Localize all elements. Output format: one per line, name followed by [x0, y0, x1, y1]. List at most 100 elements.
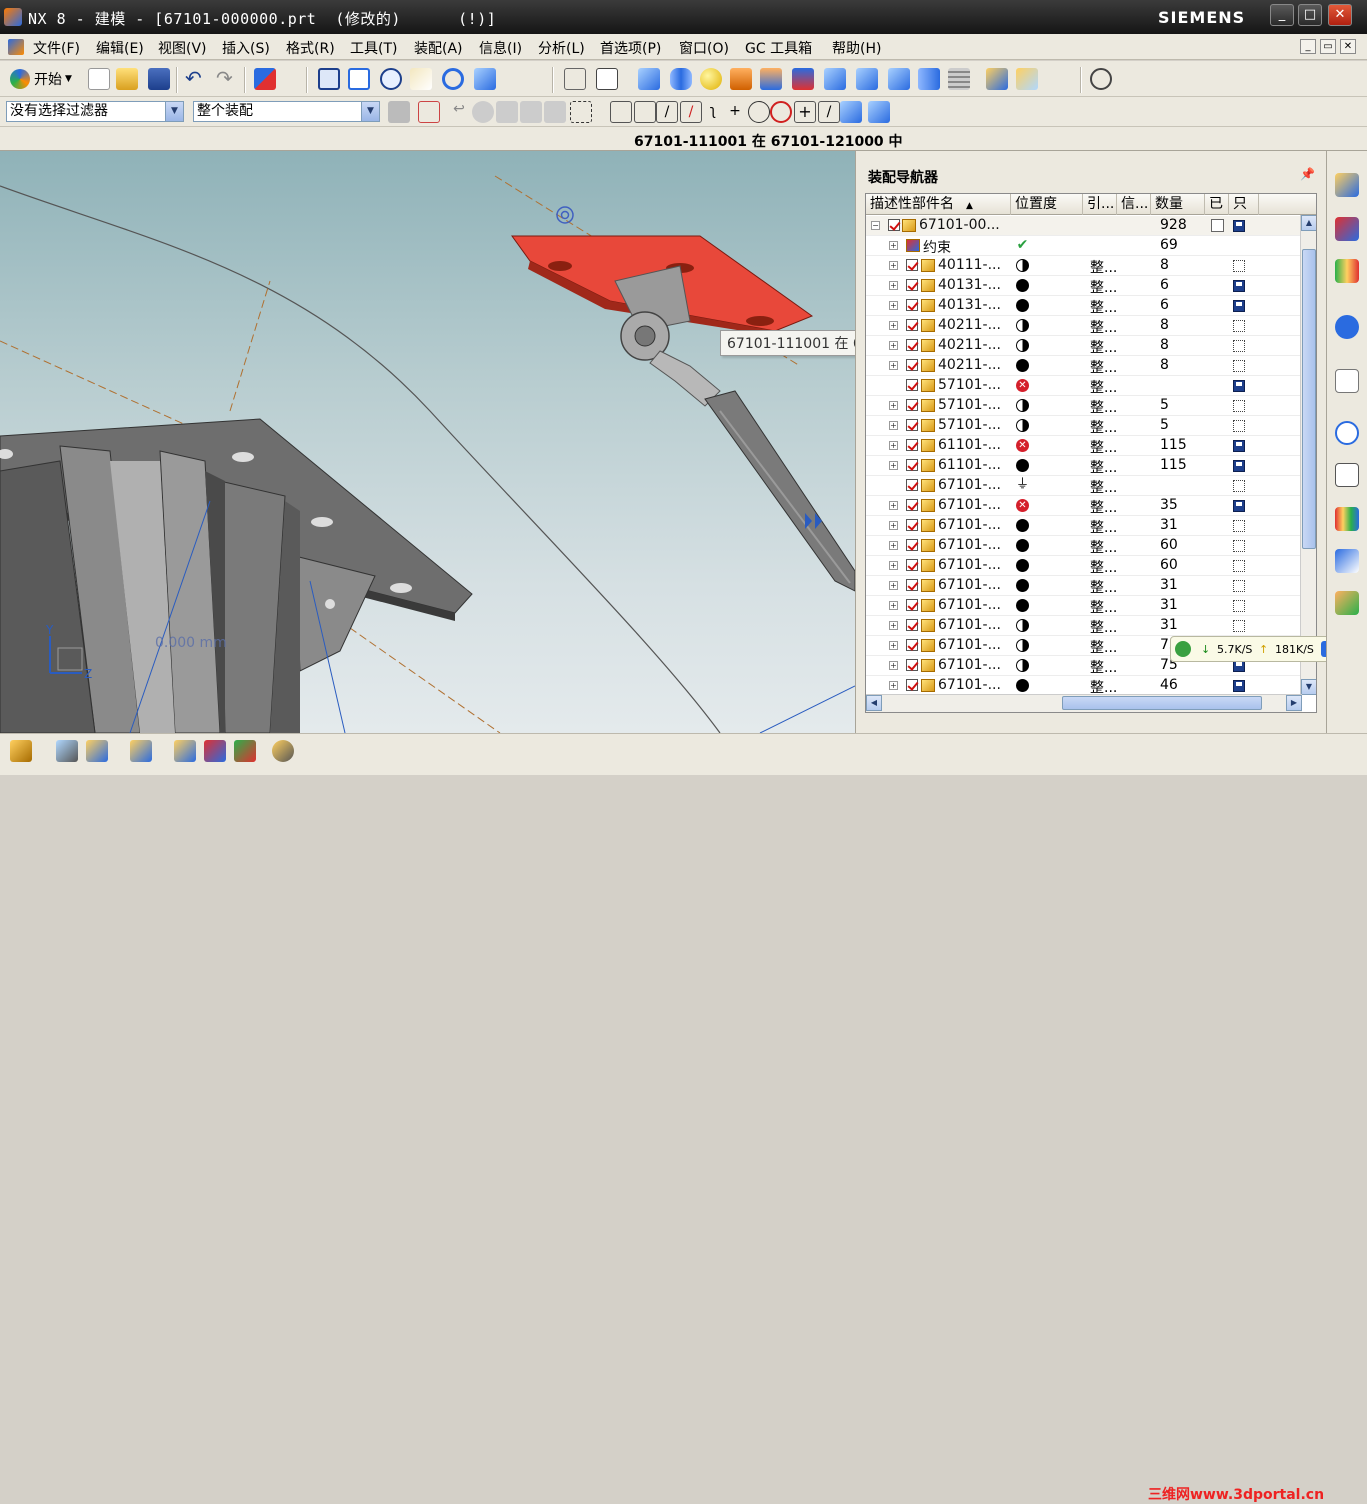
endpoint-snap-icon[interactable] [610, 101, 632, 123]
menu-format[interactable]: 格式(R) [286, 38, 335, 58]
pin-icon[interactable]: 📌 [1300, 167, 1315, 181]
menu-insert[interactable]: 插入(S) [222, 38, 270, 58]
tree-row[interactable]: +40131-... 整... 6 [866, 296, 1302, 316]
menu-analysis[interactable]: 分析(L) [538, 38, 585, 58]
tree-row[interactable]: − 67101-00... 928 [866, 216, 1302, 236]
menu-info[interactable]: 信息(I) [479, 38, 522, 58]
menu-file[interactable]: 文件(F) [33, 38, 80, 58]
column-part-name[interactable]: 描述性部件名 ▲ [866, 194, 1011, 215]
tree-row[interactable]: +57101-... 整... 5 [866, 416, 1302, 436]
undo-icon[interactable]: ↶ [185, 68, 207, 90]
expand-icon[interactable]: + [889, 621, 898, 630]
menu-assembly[interactable]: 装配(A) [414, 38, 463, 58]
expand-icon[interactable]: + [889, 541, 898, 550]
quadrant-snap-icon[interactable] [770, 101, 792, 123]
collapse-icon[interactable]: − [871, 221, 880, 230]
expand-icon[interactable]: + [889, 441, 898, 450]
column-position[interactable]: 位置度 [1011, 194, 1083, 215]
nxs-icon[interactable] [792, 68, 814, 90]
midpoint-snap-icon[interactable] [634, 101, 656, 123]
reference-set-icon[interactable] [56, 740, 78, 762]
select-tool-icon[interactable] [254, 68, 276, 90]
visibility-checkbox[interactable] [906, 419, 918, 431]
pad-icon[interactable] [918, 68, 940, 90]
existing-point-icon[interactable]: + [794, 101, 816, 123]
component-icon[interactable] [986, 68, 1008, 90]
navigator-tree[interactable]: 描述性部件名 ▲ 位置度 引... 信... 数量 已 只 − 67101-00..… [865, 193, 1317, 713]
visibility-checkbox[interactable] [906, 579, 918, 591]
expand-icon[interactable]: + [889, 241, 898, 250]
assembly-constraints-icon[interactable] [234, 740, 256, 762]
menu-gc-toolbox[interactable]: GC 工具箱 [745, 38, 812, 58]
visibility-checkbox[interactable] [906, 459, 918, 471]
graphics-window[interactable]: Y Z 0.000 mm 67101-111001 在 67101-121000… [0, 151, 855, 733]
visibility-checkbox[interactable] [906, 599, 918, 611]
visibility-checkbox[interactable] [906, 659, 918, 671]
visibility-checkbox[interactable] [906, 679, 918, 691]
visibility-checkbox[interactable] [906, 339, 918, 351]
tree-row[interactable]: +67101-... 整... 60 [866, 536, 1302, 556]
expand-icon[interactable]: + [889, 561, 898, 570]
tree-row[interactable]: +67101-... 整... 60 [866, 556, 1302, 576]
visibility-checkbox[interactable] [906, 439, 918, 451]
sketch-icon[interactable] [564, 68, 586, 90]
visibility-checkbox[interactable] [906, 499, 918, 511]
save-icon[interactable] [148, 68, 170, 90]
hole-icon[interactable] [824, 68, 846, 90]
scroll-thumb[interactable] [1062, 696, 1262, 710]
rectangle-select-icon[interactable] [570, 101, 592, 123]
expand-icon[interactable]: + [889, 281, 898, 290]
redo-icon[interactable]: ↷ [216, 68, 238, 90]
column-quantity[interactable]: 数量 [1151, 194, 1205, 215]
face-filter-icon[interactable] [496, 101, 518, 123]
visibility-checkbox[interactable] [906, 259, 918, 271]
snap-icon[interactable] [388, 101, 410, 123]
close-button[interactable]: ✕ [1328, 4, 1352, 26]
open-folder-icon[interactable] [116, 68, 138, 90]
visibility-checkbox[interactable] [906, 379, 918, 391]
tree-row[interactable]: +67101-... 整... 31 [866, 616, 1302, 636]
doc-minimize-button[interactable]: _ [1300, 39, 1316, 54]
doc-restore-button[interactable]: ▭ [1320, 39, 1336, 54]
column-modified[interactable]: 已 [1205, 194, 1229, 215]
menu-window[interactable]: 窗口(O) [679, 38, 729, 58]
visibility-checkbox[interactable] [906, 519, 918, 531]
feature-filter-icon[interactable] [544, 101, 566, 123]
datum-plane-icon[interactable] [596, 68, 618, 90]
measure-icon[interactable] [1090, 68, 1112, 90]
expand-icon[interactable]: + [889, 501, 898, 510]
visibility-checkbox[interactable] [906, 299, 918, 311]
cylinder-icon[interactable] [670, 68, 692, 90]
visibility-checkbox[interactable] [906, 619, 918, 631]
app-menu-icon[interactable] [8, 39, 24, 55]
visibility-checkbox[interactable] [906, 399, 918, 411]
column-info[interactable]: 信... [1117, 194, 1151, 215]
constraint-navigator-icon[interactable] [1335, 217, 1359, 241]
expand-icon[interactable]: + [889, 581, 898, 590]
tree-row[interactable]: +67101-... ✕ 整... 35 [866, 496, 1302, 516]
expand-icon[interactable]: + [889, 261, 898, 270]
point-on-face-icon[interactable] [840, 101, 862, 123]
scroll-down-icon[interactable]: ▼ [1301, 679, 1316, 695]
scroll-thumb[interactable] [1302, 249, 1316, 549]
tree-row[interactable]: +40211-... 整... 8 [866, 316, 1302, 336]
new-file-icon[interactable] [88, 68, 110, 90]
expand-icon[interactable]: + [889, 421, 898, 430]
assembly-icon[interactable] [1016, 68, 1038, 90]
system-materials-icon[interactable] [1335, 463, 1359, 487]
add-component-icon[interactable] [10, 740, 32, 762]
expand-icon[interactable]: + [889, 641, 898, 650]
scroll-up-icon[interactable]: ▲ [1301, 215, 1316, 231]
assembly-navigator-icon[interactable] [1335, 173, 1359, 197]
chain-icon[interactable]: ↩ [448, 101, 470, 123]
point-snap-icon[interactable] [418, 101, 440, 123]
tree-row[interactable]: +57101-... 整... 5 [866, 396, 1302, 416]
rotate-icon[interactable] [442, 68, 464, 90]
visibility-checkbox[interactable] [906, 479, 918, 491]
tree-row[interactable]: +40211-... 整... 8 [866, 356, 1302, 376]
sphere-icon[interactable] [700, 68, 722, 90]
visibility-checkbox[interactable] [906, 279, 918, 291]
line-snap-icon[interactable]: / [656, 101, 678, 123]
type-filter-combo[interactable]: 没有选择过滤器 ▼ [6, 101, 184, 122]
tree-row[interactable]: +40111-... 整... 8 [866, 256, 1302, 276]
